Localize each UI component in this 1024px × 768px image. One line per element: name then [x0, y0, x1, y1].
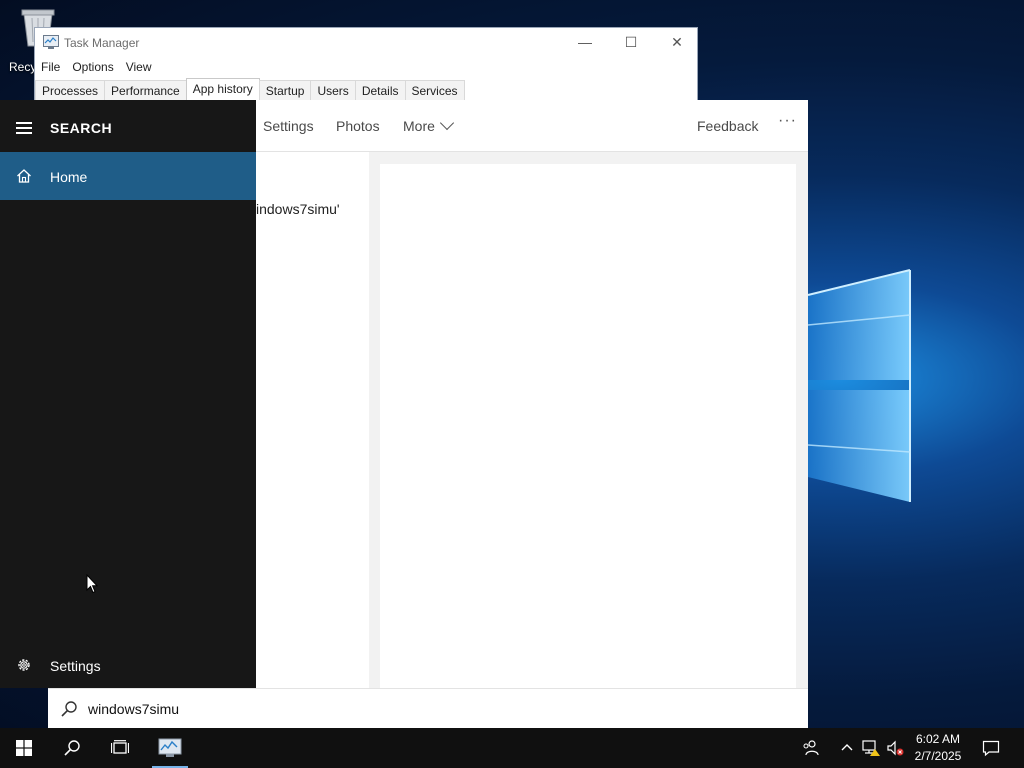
sidebar-item-label: Settings	[50, 658, 101, 674]
menu-view[interactable]: View	[120, 58, 158, 76]
menu-bar: File Options View	[35, 58, 158, 76]
close-icon: ✕	[671, 33, 683, 50]
taskbar: 6:02 AM 2/7/2025	[0, 728, 1024, 768]
minimize-icon: —	[578, 34, 592, 50]
sidebar-item-label: Home	[50, 169, 88, 185]
hamburger-menu-icon[interactable]	[16, 122, 32, 134]
taskbar-search-button[interactable]	[48, 728, 96, 768]
chevron-up-icon[interactable]	[838, 739, 856, 757]
search-sidebar: SEARCH Home Settings	[0, 100, 256, 688]
tab-app-history[interactable]: App history	[185, 78, 260, 101]
notification-center-icon[interactable]	[982, 739, 1000, 757]
minimize-button[interactable]: —	[562, 28, 608, 56]
tab-more-label: More	[403, 118, 435, 134]
chevron-down-icon	[439, 115, 454, 131]
task-manager-tabs: Processes Performance App history Startu…	[35, 78, 697, 101]
more-options-icon[interactable]: ···	[778, 112, 797, 130]
tab-more[interactable]: More	[403, 115, 454, 134]
people-icon[interactable]	[802, 739, 820, 757]
windows-start-icon	[16, 740, 32, 756]
task-manager-icon	[158, 738, 182, 757]
maximize-icon: ☐	[624, 33, 638, 50]
tab-startup[interactable]: Startup	[258, 80, 312, 101]
home-icon	[17, 169, 31, 183]
window-title: Task Manager	[64, 36, 140, 50]
search-icon	[64, 740, 80, 756]
tab-photos[interactable]: Photos	[336, 118, 380, 134]
sidebar-item-home[interactable]: Home	[0, 152, 256, 200]
search-icon	[61, 701, 77, 717]
task-view-button[interactable]	[96, 728, 144, 768]
tab-details[interactable]: Details	[354, 80, 406, 101]
mouse-cursor-icon	[86, 574, 98, 594]
tab-performance[interactable]: Performance	[104, 80, 187, 101]
recycle-bin-label: Recy	[9, 60, 37, 74]
volume-muted-icon[interactable]	[886, 739, 904, 757]
task-view-icon	[111, 740, 129, 754]
search-panel: SEARCH Home Settings Settings Photos Mor…	[0, 100, 808, 729]
results-list: indows7simu'	[256, 152, 369, 688]
search-heading: SEARCH	[50, 120, 113, 136]
feedback-link[interactable]: Feedback	[697, 118, 758, 134]
result-preview-pane	[380, 164, 796, 688]
tab-users[interactable]: Users	[310, 80, 356, 101]
task-manager-icon	[43, 35, 59, 49]
close-button[interactable]: ✕	[654, 28, 700, 56]
clock-time: 6:02 AM	[915, 732, 961, 746]
taskbar-task-manager[interactable]	[148, 728, 192, 768]
tab-settings[interactable]: Settings	[263, 118, 314, 134]
gear-icon	[18, 659, 30, 671]
tab-processes[interactable]: Processes	[35, 80, 106, 101]
windows-logo-wallpaper	[807, 269, 911, 502]
tab-services[interactable]: Services	[404, 80, 465, 101]
search-header: SEARCH	[0, 100, 256, 152]
clock-date: 2/7/2025	[914, 749, 962, 763]
sidebar-item-settings[interactable]: Settings	[0, 645, 256, 685]
network-icon[interactable]	[862, 739, 880, 757]
taskbar-clock[interactable]: 6:02 AM 2/7/2025	[906, 731, 970, 765]
start-button[interactable]	[0, 728, 48, 768]
maximize-button[interactable]: ☐	[608, 28, 654, 56]
menu-file[interactable]: File	[35, 58, 66, 76]
no-results-message: indows7simu'	[256, 201, 340, 217]
search-results-area: Settings Photos More Feedback ··· indows…	[256, 100, 808, 688]
search-box[interactable]	[48, 688, 808, 729]
search-filter-tabs: Settings Photos More Feedback ···	[256, 100, 808, 152]
task-manager-titlebar[interactable]: Task Manager — ☐ ✕	[35, 28, 697, 56]
search-input[interactable]	[88, 697, 788, 721]
menu-options[interactable]: Options	[66, 58, 119, 76]
